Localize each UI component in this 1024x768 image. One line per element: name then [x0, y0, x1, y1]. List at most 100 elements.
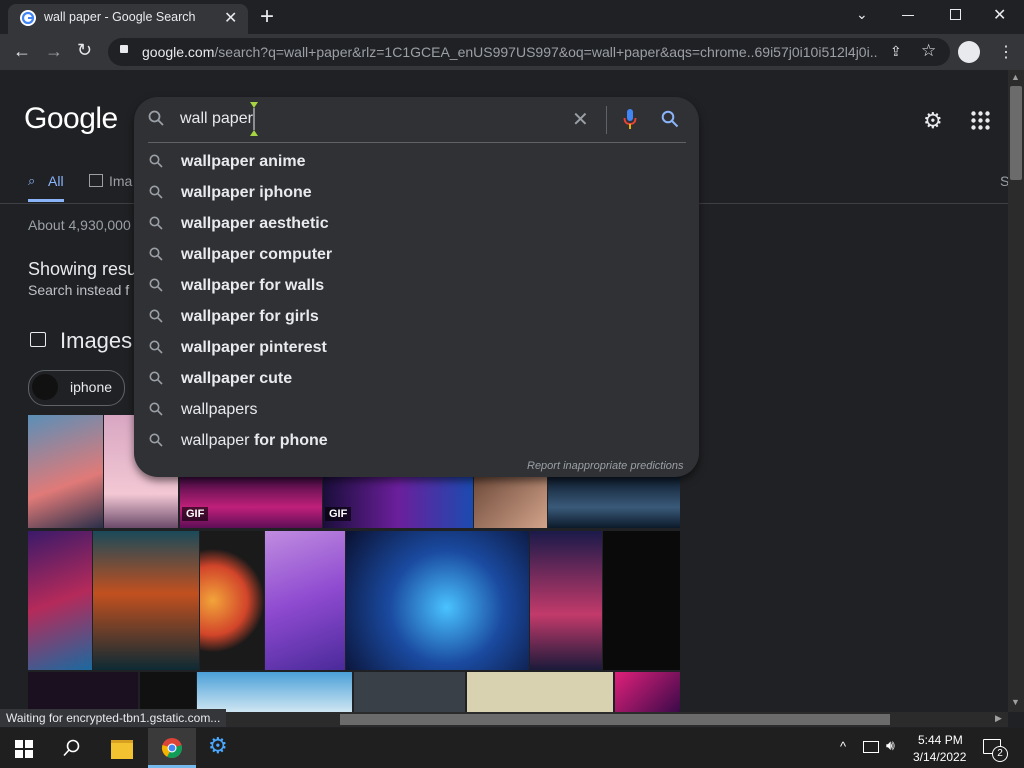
tab-all-underline [28, 199, 64, 202]
suggestion-text: wallpaper pinterest [181, 339, 327, 356]
suggestion-item[interactable]: wallpaper anime [134, 147, 699, 178]
suggestion-text: wallpaper for girls [181, 308, 319, 325]
network-icon[interactable] [863, 741, 879, 753]
image-result[interactable] [603, 531, 680, 670]
image-result[interactable] [530, 531, 602, 670]
image-result[interactable] [548, 476, 680, 528]
suggestion-search-icon [149, 371, 163, 390]
suggestions-divider [148, 142, 686, 143]
clear-search-icon[interactable]: ✕ [572, 107, 589, 132]
image-result[interactable] [346, 531, 529, 670]
profile-icon[interactable] [958, 41, 980, 63]
image-result[interactable] [467, 672, 613, 712]
image-result[interactable] [28, 415, 103, 528]
back-icon[interactable]: ← [13, 41, 31, 62]
search-box-icon [148, 110, 164, 131]
suggestion-item[interactable]: wallpaper pinterest [134, 333, 699, 364]
horizontal-scroll-thumb[interactable] [340, 714, 890, 725]
search-submit-icon[interactable] [661, 110, 679, 133]
suggestion-text: wallpapers [181, 401, 258, 418]
apps-grid-icon[interactable] [971, 111, 990, 135]
scroll-down-icon[interactable]: ▼ [1011, 697, 1020, 707]
clock-date[interactable]: 3/14/2022 [913, 750, 966, 764]
reload-icon[interactable]: ↻ [77, 40, 92, 61]
suggestion-search-icon [149, 154, 163, 173]
suggestion-search-icon [149, 309, 163, 328]
vertical-scroll-thumb[interactable] [1010, 86, 1022, 180]
suggestion-search-icon [149, 402, 163, 421]
tab-title: wall paper - Google Search [44, 10, 196, 24]
suggestion-text: wallpaper cute [181, 370, 293, 387]
suggestion-item[interactable]: wallpaper aesthetic [134, 209, 699, 240]
suggestion-text: wallpaper for phone [181, 432, 328, 449]
image-result[interactable] [265, 531, 345, 670]
suggestion-item[interactable]: wallpaper cute [134, 364, 699, 395]
share-icon[interactable]: ⇪ [890, 43, 902, 60]
suggestion-text: wallpaper computer [181, 246, 333, 263]
google-favicon-icon [20, 10, 36, 26]
image-tab-icon [89, 174, 103, 187]
scroll-right-icon[interactable]: ▶ [995, 713, 1002, 724]
image-result[interactable] [140, 672, 196, 712]
image-result[interactable] [197, 672, 352, 712]
report-predictions-link[interactable]: Report inappropriate predictions [527, 460, 684, 472]
google-logo[interactable]: Google [24, 102, 118, 136]
suggestion-search-icon [149, 340, 163, 359]
suggestion-search-icon [149, 433, 163, 452]
new-tab-button[interactable]: + [260, 3, 274, 31]
address-url[interactable]: google.com/search?q=wall+paper&rlz=1C1GC… [142, 44, 877, 60]
showing-results-text: Showing resu [28, 259, 138, 279]
tab-all[interactable]: All [48, 173, 64, 189]
voice-search-icon[interactable] [623, 108, 637, 135]
windows-start-icon[interactable] [15, 740, 33, 763]
close-window-icon[interactable]: ✕ [993, 5, 1006, 25]
settings-app-icon[interactable]: ⚙ [208, 733, 228, 759]
volume-icon[interactable]: 🔊︎ [886, 737, 895, 754]
menu-kebab-icon[interactable]: ⋮ [998, 42, 1014, 62]
clock-time[interactable]: 5:44 PM [918, 733, 963, 747]
image-result[interactable] [354, 672, 465, 712]
search-box-divider [606, 106, 607, 134]
minimize-icon[interactable] [902, 15, 914, 16]
result-stats: About 4,930,000 [28, 217, 131, 233]
image-result[interactable] [200, 531, 264, 670]
lock-icon [120, 45, 128, 53]
suggestion-search-icon [149, 247, 163, 266]
image-result[interactable] [28, 672, 138, 712]
cursor-indicator-icon [249, 101, 259, 137]
restore-icon[interactable] [950, 9, 961, 20]
tab-images[interactable]: Ima [109, 173, 132, 189]
taskbar-search-icon[interactable] [63, 739, 81, 762]
image-result[interactable] [615, 672, 680, 712]
bookmark-star-icon[interactable]: ☆ [921, 41, 936, 61]
chrome-taskbar-icon[interactable] [161, 737, 183, 764]
suggestion-text: wallpaper aesthetic [181, 215, 329, 232]
suggestion-search-icon [149, 185, 163, 204]
file-explorer-icon[interactable] [111, 740, 133, 759]
search-input[interactable]: wall paper [180, 110, 253, 128]
suggestion-item[interactable]: wallpaper for girls [134, 302, 699, 333]
search-instead-text[interactable]: Search instead f [28, 282, 129, 298]
search-small-icon: ⌕ [28, 173, 36, 188]
suggestion-item[interactable]: wallpaper for phone [134, 426, 699, 457]
close-tab-icon[interactable]: ✕ [224, 8, 237, 28]
tab-search-icon[interactable]: ⌄ [856, 6, 868, 23]
image-result[interactable] [93, 531, 199, 670]
suggestion-text: wallpaper for walls [181, 277, 325, 294]
suggestion-text: wallpaper iphone [181, 184, 312, 201]
image-result[interactable] [28, 531, 92, 670]
images-section-icon [30, 332, 46, 347]
suggestion-item[interactable]: wallpaper iphone [134, 178, 699, 209]
suggestion-item[interactable]: wallpaper for walls [134, 271, 699, 302]
notification-count-badge: 2 [992, 746, 1008, 762]
gif-badge: GIF [325, 507, 352, 521]
suggestion-item[interactable]: wallpaper computer [134, 240, 699, 271]
show-hidden-icons-chevron[interactable]: ^ [840, 739, 846, 754]
suggestion-search-icon [149, 216, 163, 235]
suggestions-list: wallpaper anime wallpaper iphone wallpaper… [134, 147, 699, 457]
scroll-up-icon[interactable]: ▲ [1011, 72, 1020, 82]
suggestion-item[interactable]: wallpapers [134, 395, 699, 426]
settings-gear-icon[interactable]: ⚙ [923, 108, 943, 134]
forward-icon[interactable]: → [45, 41, 63, 62]
image-result[interactable] [474, 476, 547, 528]
